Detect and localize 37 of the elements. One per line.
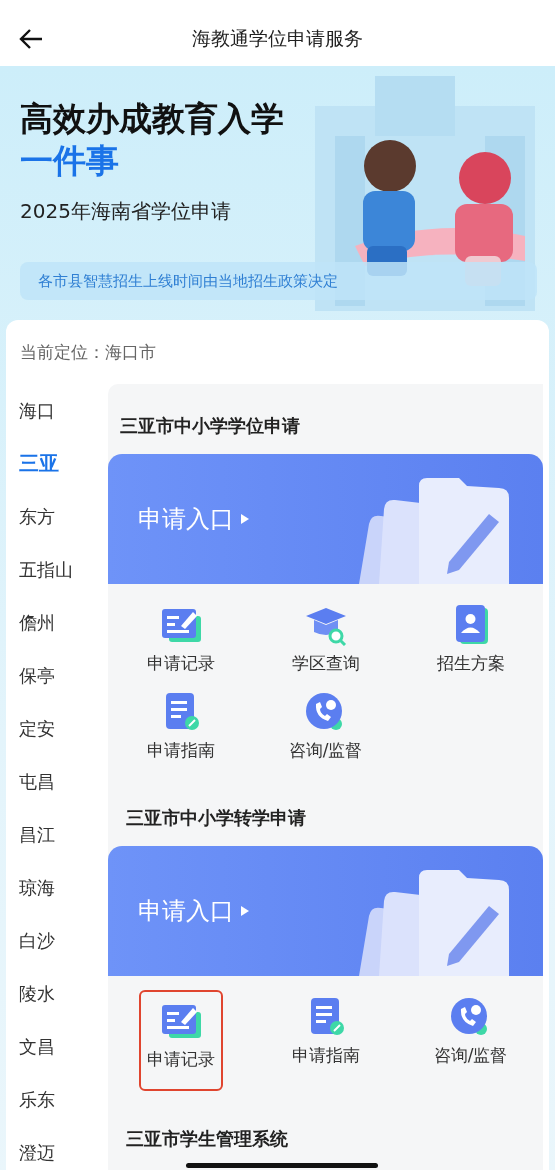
city-tab[interactable]: 澄迈 bbox=[6, 1126, 108, 1170]
city-tab[interactable]: 三亚 bbox=[6, 437, 108, 490]
service-item[interactable]: 咨询/监督 bbox=[282, 685, 369, 770]
city-tab[interactable]: 保亭 bbox=[6, 649, 108, 702]
banner-subtitle: 2025年海南省学位申请 bbox=[20, 198, 231, 225]
city-tab[interactable]: 文昌 bbox=[6, 1020, 108, 1073]
page-title: 海教通学位申请服务 bbox=[192, 26, 363, 51]
service-item[interactable]: 申请记录 bbox=[140, 598, 221, 683]
location-value: 海口市 bbox=[105, 340, 156, 364]
location-label: 当前定位： bbox=[20, 340, 105, 364]
service-item[interactable]: 申请记录 bbox=[138, 990, 223, 1091]
service-item[interactable]: 学区查询 bbox=[285, 598, 366, 683]
service-item[interactable]: 申请指南 bbox=[285, 990, 366, 1091]
section-title: 三亚市中小学学位申请 bbox=[120, 415, 300, 436]
city-tab[interactable]: 五指山 bbox=[6, 543, 108, 596]
city-tab[interactable]: 定安 bbox=[6, 702, 108, 755]
notice-text: 各市县智慧招生上线时间由当地招生政策决定 bbox=[38, 271, 338, 291]
city-tab[interactable]: 屯昌 bbox=[6, 755, 108, 808]
caret-icon bbox=[240, 513, 250, 525]
caret-icon bbox=[240, 905, 250, 917]
service-item[interactable]: 申请指南 bbox=[140, 685, 221, 770]
city-tab[interactable]: 海口 bbox=[6, 384, 108, 437]
section-title: 三亚市中小学转学申请 bbox=[126, 807, 306, 828]
city-tab[interactable]: 陵水 bbox=[6, 967, 108, 1020]
entry-label: 申请入口 bbox=[138, 896, 234, 927]
service-item[interactable]: 咨询/监督 bbox=[427, 990, 514, 1091]
service-item[interactable]: 招生方案 bbox=[430, 598, 511, 683]
city-tab[interactable]: 乐东 bbox=[6, 1073, 108, 1126]
city-tab[interactable]: 白沙 bbox=[6, 914, 108, 967]
banner-title: 高效办成教育入学 bbox=[20, 98, 284, 140]
city-tab[interactable]: 昌江 bbox=[6, 808, 108, 861]
city-tab[interactable]: 琼海 bbox=[6, 861, 108, 914]
banner-title-accent: 一件事 bbox=[20, 140, 119, 182]
city-tab[interactable]: 东方 bbox=[6, 490, 108, 543]
city-tab[interactable]: 儋州 bbox=[6, 596, 108, 649]
section-title: 三亚市学生管理系统 bbox=[126, 1128, 288, 1149]
entry-label: 申请入口 bbox=[138, 504, 234, 535]
